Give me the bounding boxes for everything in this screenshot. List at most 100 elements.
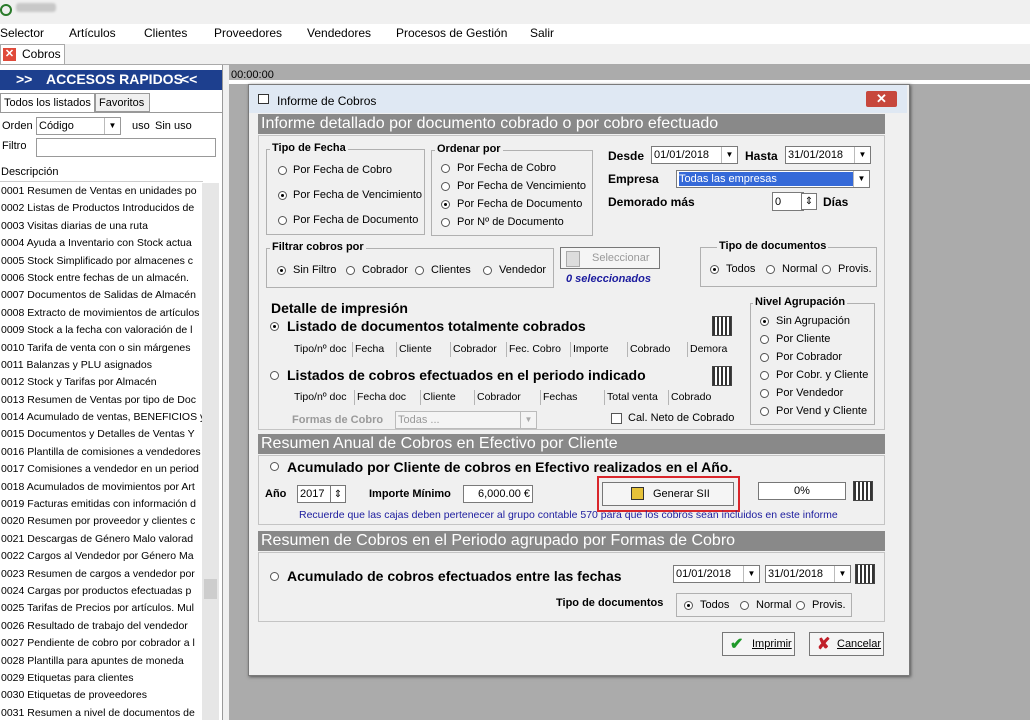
report-list-item[interactable]: 0018 Acumulados de movimientos por Art <box>0 479 202 496</box>
report-list-item[interactable]: 0010 Tarifa de venta con o sin márgenes <box>0 340 202 357</box>
radio-tf-documento[interactable] <box>278 216 287 225</box>
scrollbar-thumb[interactable] <box>204 579 217 599</box>
menu-articulos[interactable]: Artículos <box>69 26 116 40</box>
tab-close-icon[interactable]: ✕ <box>3 48 16 61</box>
fecha3-desde[interactable]: 01/01/2018 ▼ <box>673 565 760 583</box>
ano-input[interactable]: 2017 <box>297 485 331 503</box>
filtro-input[interactable] <box>36 138 216 157</box>
radio-cobrador[interactable] <box>346 266 355 275</box>
expand-icon[interactable]: >> <box>16 71 32 87</box>
report-list-item[interactable]: 0020 Resumen por proveedor y clientes c <box>0 513 202 530</box>
report-list-item[interactable]: 0007 Documentos de Salidas de Almacén <box>0 287 202 304</box>
report-list-item[interactable]: 0030 Etiquetas de proveedores <box>0 687 202 704</box>
radio-ord-cobro[interactable] <box>441 164 450 173</box>
report-list-item[interactable]: 0016 Plantilla de comisiones a vendedore… <box>0 444 202 461</box>
report-list-item[interactable]: 0003 Visitas diarias de una ruta <box>0 218 202 235</box>
report-list-item[interactable]: 0021 Descargas de Género Malo valorad <box>0 531 202 548</box>
report-list-item[interactable]: 0025 Tarifas de Precios por artículos. M… <box>0 600 202 617</box>
radio-sin-agrupacion[interactable] <box>760 317 769 326</box>
radio-vendedor[interactable] <box>483 266 492 275</box>
radio-por-cobrador[interactable] <box>760 353 769 362</box>
list-scrollbar[interactable] <box>202 183 219 720</box>
calendar-dropdown-icon[interactable]: ▼ <box>834 566 850 582</box>
radio-ord-vencimiento[interactable] <box>441 182 450 191</box>
report-list-item[interactable]: 0027 Pendiente de cobro por cobrador a l <box>0 635 202 652</box>
report-list-item[interactable]: 0005 Stock Simplificado por almacenes c <box>0 253 202 270</box>
formas-select[interactable]: Todas ... ▼ <box>395 411 537 429</box>
menu-salir[interactable]: Salir <box>530 26 554 40</box>
report-list-item[interactable]: 0013 Resumen de Ventas por tipo de Doc <box>0 392 202 409</box>
orden-select[interactable]: Código ▼ <box>36 117 121 135</box>
imprimir-button[interactable]: ✔ Imprimir <box>722 632 795 656</box>
radio-listado1[interactable] <box>270 322 279 331</box>
cancelar-button[interactable]: ✘ Cancelar <box>809 632 884 656</box>
radio-por-cliente[interactable] <box>760 335 769 344</box>
desde-date[interactable]: 01/01/2018 ▼ <box>651 146 738 164</box>
report-list-item[interactable]: 0001 Resumen de Ventas en unidades po <box>0 183 202 200</box>
chevron-down-icon[interactable]: ▼ <box>104 118 120 134</box>
radio-td-todos[interactable] <box>710 265 719 274</box>
radio-acumulado-fechas[interactable] <box>270 572 279 581</box>
spinner-icon[interactable]: ⇕ <box>801 193 817 210</box>
radio-td3-normal[interactable] <box>740 601 749 610</box>
report-list-item[interactable]: 0002 Listas de Productos Introducidos de <box>0 200 202 217</box>
fecha3-hasta[interactable]: 31/01/2018 ▼ <box>765 565 851 583</box>
radio-td3-todos[interactable] <box>684 601 693 610</box>
report-list-item[interactable]: 0017 Comisiones a vendedor en un period <box>0 461 202 478</box>
radio-td-normal[interactable] <box>766 265 775 274</box>
report-list-item[interactable]: 0029 Etiquetas para clientes <box>0 670 202 687</box>
seleccionar-button[interactable]: Seleccionar <box>560 247 660 269</box>
menu-selector[interactable]: Selector <box>0 26 44 40</box>
calendar-dropdown-icon[interactable]: ▼ <box>721 147 737 163</box>
columns-config-icon[interactable] <box>855 564 875 584</box>
report-list-item[interactable]: 0009 Stock a la fecha con valoración de … <box>0 322 202 339</box>
calendar-dropdown-icon[interactable]: ▼ <box>743 566 759 582</box>
radio-clientes[interactable] <box>415 266 424 275</box>
menu-vendedores[interactable]: Vendedores <box>307 26 371 40</box>
descripcion-header[interactable]: Descripción <box>0 164 203 182</box>
radio-ord-numero[interactable] <box>441 218 450 227</box>
hasta-date[interactable]: 31/01/2018 ▼ <box>785 146 871 164</box>
report-list-item[interactable]: 0023 Resumen de cargos a vendedor por <box>0 566 202 583</box>
report-list-item[interactable]: 0006 Stock entre fechas de un almacén. <box>0 270 202 287</box>
collapse-icon[interactable]: << <box>181 71 197 87</box>
report-list-item[interactable]: 0004 Ayuda a Inventario con Stock actua <box>0 235 202 252</box>
menu-proveedores[interactable]: Proveedores <box>214 26 282 40</box>
report-list-item[interactable]: 0015 Documentos y Detalles de Ventas Y <box>0 426 202 443</box>
menu-clientes[interactable]: Clientes <box>144 26 187 40</box>
report-list-item[interactable]: 0026 Resultado de trabajo del vendedor <box>0 618 202 635</box>
radio-por-vendedor[interactable] <box>760 389 769 398</box>
chevron-down-icon[interactable]: ▼ <box>853 171 869 187</box>
report-list-item[interactable]: 0012 Stock y Tarifas por Almacén <box>0 374 202 391</box>
radio-tf-cobro[interactable] <box>278 166 287 175</box>
calendar-dropdown-icon[interactable]: ▼ <box>854 147 870 163</box>
tab-favoritos[interactable]: Favoritos <box>95 93 150 112</box>
close-icon[interactable]: ✕ <box>866 91 897 107</box>
report-list-item[interactable]: 0031 Resumen a nivel de documentos de <box>0 705 202 720</box>
cal-neto-checkbox[interactable] <box>611 413 622 424</box>
columns-config-icon[interactable] <box>712 366 732 386</box>
radio-listado2[interactable] <box>270 371 279 380</box>
report-list-item[interactable]: 0019 Facturas emitidas con información d <box>0 496 202 513</box>
empresa-select[interactable]: Todas las empresas ▼ <box>676 170 870 188</box>
importe-input[interactable]: 6,000.00 € <box>463 485 533 503</box>
report-list-item[interactable]: 0028 Plantilla para apuntes de moneda <box>0 653 202 670</box>
menu-procesos[interactable]: Procesos de Gestión <box>396 26 507 40</box>
radio-td3-provis[interactable] <box>796 601 805 610</box>
columns-config-icon[interactable] <box>853 481 873 501</box>
radio-sin-filtro[interactable] <box>277 266 286 275</box>
chevron-down-icon[interactable]: ▼ <box>520 412 536 428</box>
report-list-item[interactable]: 0024 Cargas por productos efectuadas p <box>0 583 202 600</box>
generar-sii-button[interactable]: Generar SII <box>602 482 734 506</box>
radio-por-vend-cliente[interactable] <box>760 407 769 416</box>
report-list-item[interactable]: 0014 Acumulado de ventas, BENEFICIOS y <box>0 409 202 426</box>
radio-td-provis[interactable] <box>822 265 831 274</box>
report-list-item[interactable]: 0011 Balanzas y PLU asignados <box>0 357 202 374</box>
radio-tf-vencimiento[interactable] <box>278 191 287 200</box>
demorado-input[interactable]: 0 <box>772 192 804 211</box>
spinner-icon[interactable]: ⇕ <box>330 485 346 503</box>
columns-config-icon[interactable] <box>712 316 732 336</box>
radio-ord-documento[interactable] <box>441 200 450 209</box>
tab-todos-listados[interactable]: Todos los listados <box>0 93 95 112</box>
radio-acumulado-cliente[interactable] <box>270 462 279 471</box>
